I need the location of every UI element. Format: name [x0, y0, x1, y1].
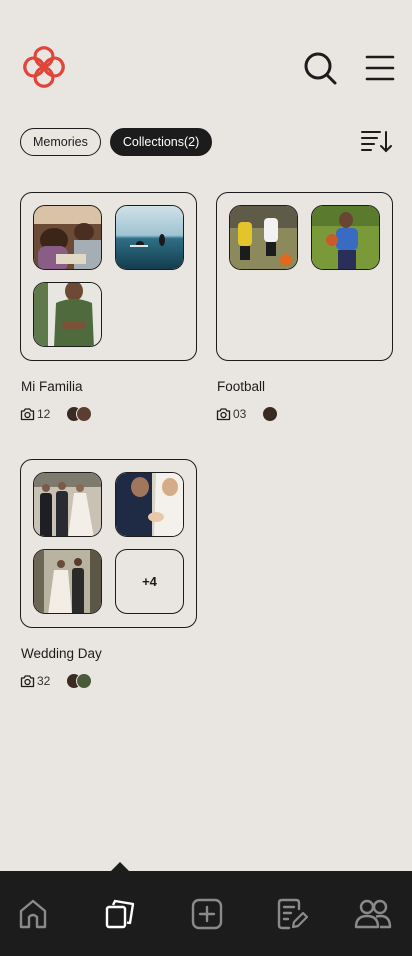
- active-tab-indicator: [110, 862, 130, 872]
- collections-icon[interactable]: [103, 897, 137, 931]
- photo-count: 32: [37, 674, 51, 688]
- woman-green-shirt-photo: [33, 282, 102, 347]
- surfers-ocean-photo: [115, 205, 184, 270]
- collection-meta: 12: [20, 405, 93, 423]
- search-icon[interactable]: [302, 50, 338, 86]
- filter-tabs: Memories Collections(2): [20, 128, 213, 156]
- couple-rings-photo: [115, 472, 184, 537]
- family-dinner-photo: [33, 205, 102, 270]
- couple-forest-photo: [33, 549, 102, 614]
- member-avatars: [66, 673, 93, 689]
- collection-title: Wedding Day: [21, 646, 102, 661]
- camera-icon: [216, 408, 231, 421]
- avatar: [262, 406, 279, 422]
- sort-descending-icon[interactable]: [360, 128, 394, 156]
- tab-memories[interactable]: Memories: [20, 128, 101, 156]
- camera-icon: [20, 408, 35, 421]
- collection-title: Football: [217, 379, 266, 394]
- people-icon[interactable]: [354, 897, 392, 931]
- tab-collections[interactable]: Collections(2): [109, 128, 213, 156]
- photo-count: 03: [233, 407, 247, 421]
- add-square-icon[interactable]: [190, 897, 224, 931]
- hamburger-menu-icon[interactable]: [364, 52, 396, 84]
- collection-card-football[interactable]: [216, 192, 393, 361]
- top-bar: [0, 0, 412, 110]
- collection-card-mi-familia[interactable]: [20, 192, 197, 361]
- member-avatars: [66, 406, 93, 422]
- kids-soccer-match-photo: [229, 205, 298, 270]
- home-icon[interactable]: [16, 897, 50, 931]
- edit-note-icon[interactable]: [275, 897, 309, 931]
- photo-count: 12: [37, 407, 51, 421]
- collection-title: Mi Familia: [21, 379, 83, 394]
- collection-card-wedding-day[interactable]: +4: [20, 459, 197, 628]
- bottom-nav: [0, 862, 412, 956]
- avatar: [76, 406, 93, 422]
- avatar: [76, 673, 93, 689]
- flower-logo-icon[interactable]: [20, 43, 68, 91]
- more-photos-tile[interactable]: +4: [115, 549, 184, 614]
- wedding-party-photo: [33, 472, 102, 537]
- boy-with-ball-photo: [311, 205, 380, 270]
- member-avatars: [262, 406, 279, 422]
- camera-icon: [20, 675, 35, 688]
- collection-meta: 03: [216, 405, 279, 423]
- collection-meta: 32: [20, 672, 93, 690]
